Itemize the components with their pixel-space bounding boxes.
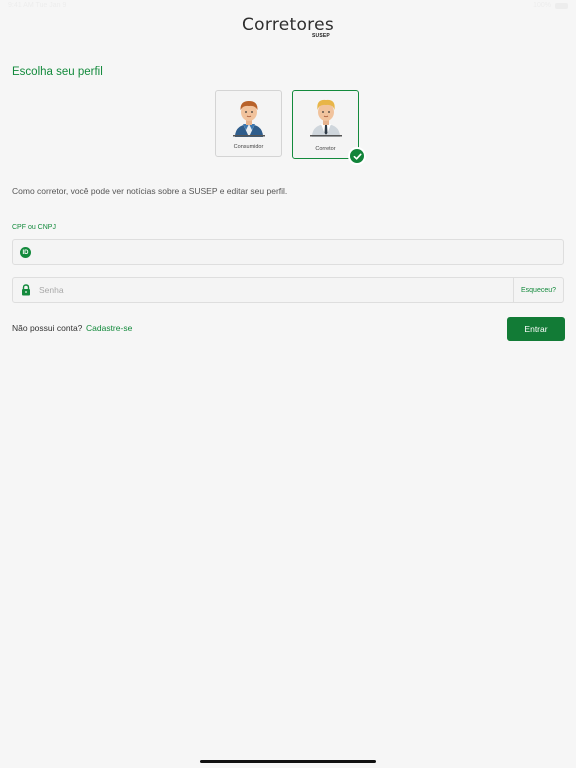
profile-option-label: Consumidor: [233, 144, 264, 150]
id-card-icon: ID: [20, 247, 31, 258]
login-button[interactable]: Entrar: [507, 317, 565, 341]
broker-avatar-icon: [310, 99, 342, 137]
cpf-field[interactable]: ID: [12, 239, 564, 265]
password-input[interactable]: [39, 278, 509, 302]
logo-title: Corretores: [241, 15, 335, 35]
logo-subtitle: SUSEP: [312, 33, 330, 39]
no-account-text: Não possui conta?: [12, 323, 83, 333]
profile-section-title: Escolha seu perfil: [12, 66, 103, 78]
cpf-input[interactable]: [39, 240, 539, 264]
battery-icon: [555, 2, 568, 9]
profile-option-consumidor[interactable]: Consumidor: [215, 90, 282, 157]
profile-option-corretor[interactable]: Corretor: [292, 90, 359, 159]
signup-link[interactable]: Cadastre-se: [86, 323, 132, 333]
cpf-label: CPF ou CNPJ: [12, 224, 56, 231]
status-right: 100%: [533, 2, 568, 9]
lock-icon: [22, 284, 30, 296]
home-indicator[interactable]: [200, 760, 376, 763]
checkmark-icon: [353, 153, 362, 160]
battery-percent: 100%: [533, 2, 551, 9]
password-field[interactable]: Esqueceu?: [12, 277, 564, 303]
status-time: 9:41 AM Tue Jan 9: [8, 2, 67, 9]
profile-description: Como corretor, você pode ver notícias so…: [12, 186, 288, 196]
status-bar: 9:41 AM Tue Jan 9 100%: [0, 0, 576, 14]
forgot-password-link[interactable]: Esqueceu?: [513, 278, 563, 302]
consumer-avatar-icon: [233, 101, 265, 137]
app-logo: Corretores SUSEP: [0, 15, 576, 39]
selected-check-icon: [348, 147, 366, 165]
